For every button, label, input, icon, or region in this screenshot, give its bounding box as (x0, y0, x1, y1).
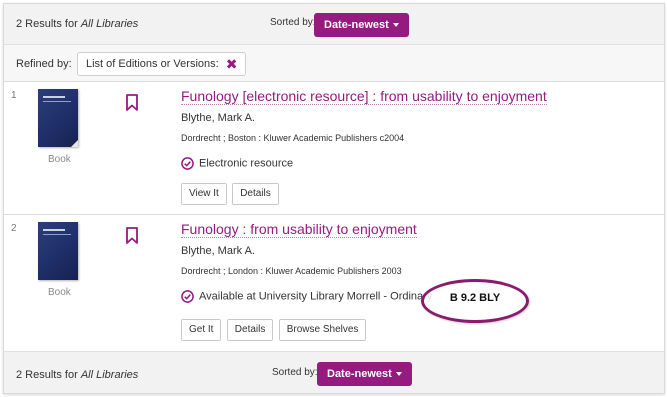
sorted-by-label: Sorted by: (270, 17, 316, 28)
facet-label: List of Editions or Versions: (86, 58, 219, 70)
result-author: Blythe, Mark A. (181, 245, 255, 257)
caret-down-icon (392, 23, 399, 28)
refined-by-label: Refined by: (16, 58, 72, 70)
browse-shelves-button[interactable]: Browse Shelves (278, 319, 367, 341)
remove-facet-icon[interactable]: ✖ (226, 57, 238, 71)
view-it-button[interactable]: View It (181, 183, 227, 205)
bookmark-icon[interactable] (125, 94, 139, 112)
call-number: B 9.2 BLY (449, 292, 501, 304)
result-item: 1 Book Funology [electronic resource] : … (4, 82, 664, 215)
book-cover-thumbnail[interactable] (38, 89, 78, 147)
check-circle-icon (181, 157, 194, 170)
results-scope: All Libraries (80, 369, 139, 381)
results-count: 2 Results for All Libraries (16, 18, 138, 30)
results-for-text: for (64, 18, 78, 30)
sort-dropdown[interactable]: Date-newest (314, 13, 409, 37)
caret-down-icon (395, 372, 402, 377)
material-type: Book (48, 154, 71, 165)
material-type: Book (48, 287, 71, 298)
results-header-bar: 2 Results for All Libraries Sorted by: D… (4, 4, 664, 45)
result-title-link[interactable]: Funology [electronic resource] : from us… (181, 88, 547, 105)
results-count-text: 2 Results (16, 18, 62, 30)
results-panel: 2 Results for All Libraries Sorted by: D… (3, 3, 665, 394)
result-number: 2 (11, 223, 17, 234)
book-cover-thumbnail[interactable] (38, 222, 78, 280)
sort-value: Date-newest (324, 19, 389, 31)
result-item: 2 Book Funology : from usability to enjo… (4, 215, 664, 351)
results-count: 2 Results for All Libraries (16, 369, 138, 381)
results-footer-bar: 2 Results for All Libraries Sorted by: D… (4, 351, 664, 393)
availability-status[interactable]: Available at University Library Morrell … (181, 290, 432, 303)
facet-chip[interactable]: List of Editions or Versions: ✖ (77, 52, 247, 76)
sorted-by-label: Sorted by: (272, 367, 318, 378)
result-publisher: Dordrecht ; Boston : Kluwer Academic Pub… (181, 133, 405, 143)
result-number: 1 (11, 90, 17, 101)
results-for-text: for (64, 369, 78, 381)
action-buttons: View It Details (181, 183, 281, 205)
bookmark-icon[interactable] (125, 227, 139, 245)
availability-text: Available at University Library Morrell … (199, 290, 433, 303)
results-scope: All Libraries (80, 18, 139, 30)
sort-dropdown[interactable]: Date-newest (317, 362, 412, 386)
check-circle-icon (181, 290, 194, 303)
result-publisher: Dordrecht ; London : Kluwer Academic Pub… (181, 266, 402, 276)
details-button[interactable]: Details (226, 319, 274, 341)
action-buttons: Get It Details Browse Shelves (181, 319, 368, 341)
availability-status[interactable]: Electronic resource (181, 157, 293, 170)
sort-value: Date-newest (327, 368, 392, 380)
get-it-button[interactable]: Get It (181, 319, 222, 341)
result-author: Blythe, Mark A. (181, 112, 255, 124)
details-button[interactable]: Details (232, 183, 279, 205)
refine-bar: Refined by: List of Editions or Versions… (4, 45, 664, 82)
call-number-highlight: B 9.2 BLY (421, 279, 529, 323)
result-title-link[interactable]: Funology : from usability to enjoyment (181, 221, 417, 238)
availability-text: Electronic resource (199, 157, 294, 170)
results-count-text: 2 Results (16, 369, 62, 381)
